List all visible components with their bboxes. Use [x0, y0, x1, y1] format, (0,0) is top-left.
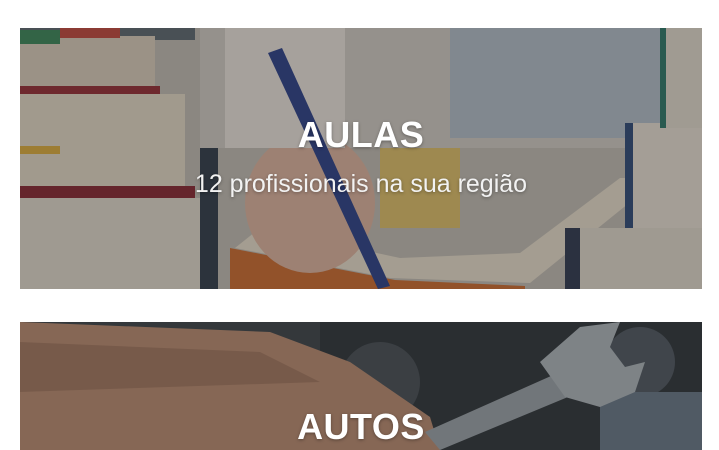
image-overlay	[20, 28, 702, 289]
professionals-count: 12 profissionais na sua região	[194, 170, 528, 198]
category-card-autos[interactable]: AUTOS	[20, 322, 702, 450]
category-title: AULAS	[297, 114, 425, 155]
category-card-aulas[interactable]: AULAS 12 profissionais na sua região	[20, 28, 702, 289]
category-title: AUTOS	[297, 406, 425, 447]
